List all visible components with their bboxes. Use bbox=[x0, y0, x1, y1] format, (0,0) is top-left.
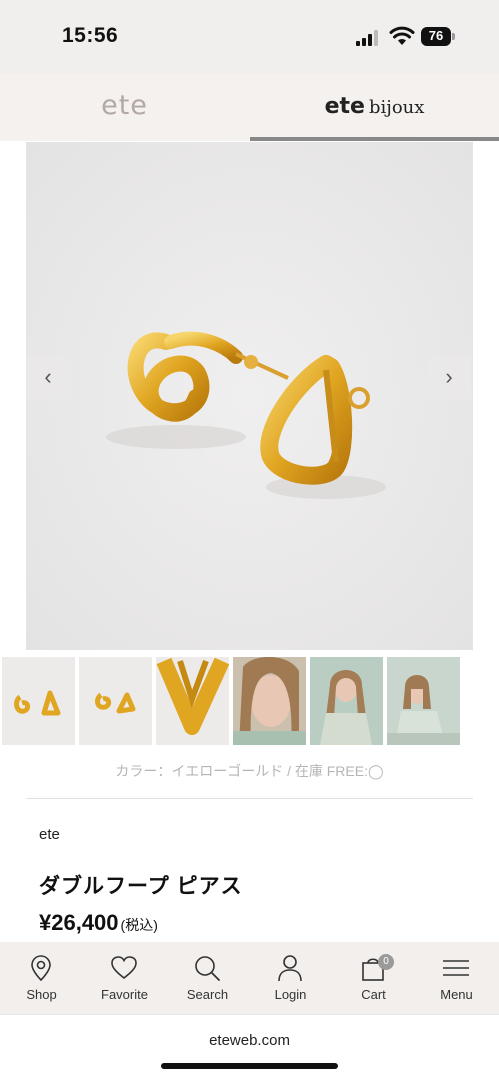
thumbnail-2[interactable] bbox=[79, 657, 152, 745]
status-time: 15:56 bbox=[62, 24, 119, 47]
tax-label: (税込) bbox=[120, 917, 158, 933]
price-value: ¥26,400 bbox=[39, 910, 119, 935]
earrings-photo bbox=[26, 142, 473, 650]
search-icon bbox=[195, 956, 220, 981]
nav-menu[interactable]: Menu bbox=[415, 942, 498, 1014]
nav-shop-label: Shop bbox=[26, 987, 57, 1002]
chevron-left-icon: ‹ bbox=[44, 364, 52, 389]
user-icon bbox=[278, 955, 302, 982]
product-price: ¥26,400 (税込) bbox=[39, 910, 158, 936]
tab-ete-label: ete bbox=[101, 90, 148, 121]
carousel-next-button[interactable]: › bbox=[427, 355, 471, 399]
thumbnail-4[interactable] bbox=[233, 657, 306, 745]
battery-level: 76 bbox=[428, 28, 444, 43]
cellular-signal-icon bbox=[356, 30, 378, 46]
url-text: eteweb.com bbox=[209, 1032, 290, 1049]
chevron-right-icon: › bbox=[445, 364, 453, 389]
nav-cart[interactable]: 0 Cart bbox=[332, 942, 415, 1014]
nav-shop[interactable]: Shop bbox=[0, 942, 83, 1014]
tab-bijoux-brand: ete bbox=[324, 94, 365, 119]
thumbnail-strip bbox=[2, 657, 462, 745]
nav-search-label: Search bbox=[186, 987, 229, 1002]
tab-ete-bijoux-label: ete bijoux bbox=[250, 94, 499, 119]
variant-stock-info: カラー：イエローゴールド / 在庫 FREE:◯ bbox=[115, 763, 384, 779]
divider bbox=[26, 798, 473, 799]
nav-login-label: Login bbox=[274, 987, 307, 1002]
active-tab-indicator bbox=[250, 137, 499, 141]
heart-icon bbox=[111, 956, 137, 980]
brand-tabs: ete ete bijoux bbox=[0, 74, 499, 141]
cart-count-badge: 0 bbox=[378, 954, 394, 970]
wifi-icon bbox=[389, 26, 415, 45]
nav-favorite-label: Favorite bbox=[101, 987, 148, 1002]
nav-cart-label: Cart bbox=[361, 987, 386, 1002]
product-title: ダブルフープ ピアス bbox=[39, 875, 243, 898]
nav-menu-label: Menu bbox=[440, 987, 473, 1002]
nav-search[interactable]: Search bbox=[166, 942, 249, 1014]
bottom-nav: Shop Favorite Search Login 0 Cart Menu bbox=[0, 942, 499, 1014]
product-brand[interactable]: ete bbox=[39, 826, 60, 843]
thumbnail-3[interactable] bbox=[156, 657, 229, 745]
product-main-image[interactable] bbox=[26, 142, 473, 650]
tab-ete[interactable]: ete bbox=[0, 74, 249, 141]
home-indicator[interactable] bbox=[161, 1063, 338, 1069]
status-bar: 15:56 76 bbox=[0, 0, 499, 74]
thumbnail-1[interactable] bbox=[2, 657, 75, 745]
battery-icon: 76 bbox=[421, 27, 455, 46]
tab-bijoux-sub: bijoux bbox=[368, 97, 425, 118]
menu-icon bbox=[443, 960, 469, 976]
browser-url-bar[interactable]: eteweb.com bbox=[0, 1014, 499, 1080]
nav-favorite[interactable]: Favorite bbox=[83, 942, 166, 1014]
thumbnail-5[interactable] bbox=[310, 657, 383, 745]
nav-login[interactable]: Login bbox=[249, 942, 332, 1014]
map-pin-icon bbox=[31, 955, 51, 982]
carousel-prev-button[interactable]: ‹ bbox=[26, 355, 70, 399]
tab-ete-bijoux[interactable]: ete bijoux bbox=[250, 74, 499, 141]
thumbnail-6[interactable] bbox=[387, 657, 460, 745]
